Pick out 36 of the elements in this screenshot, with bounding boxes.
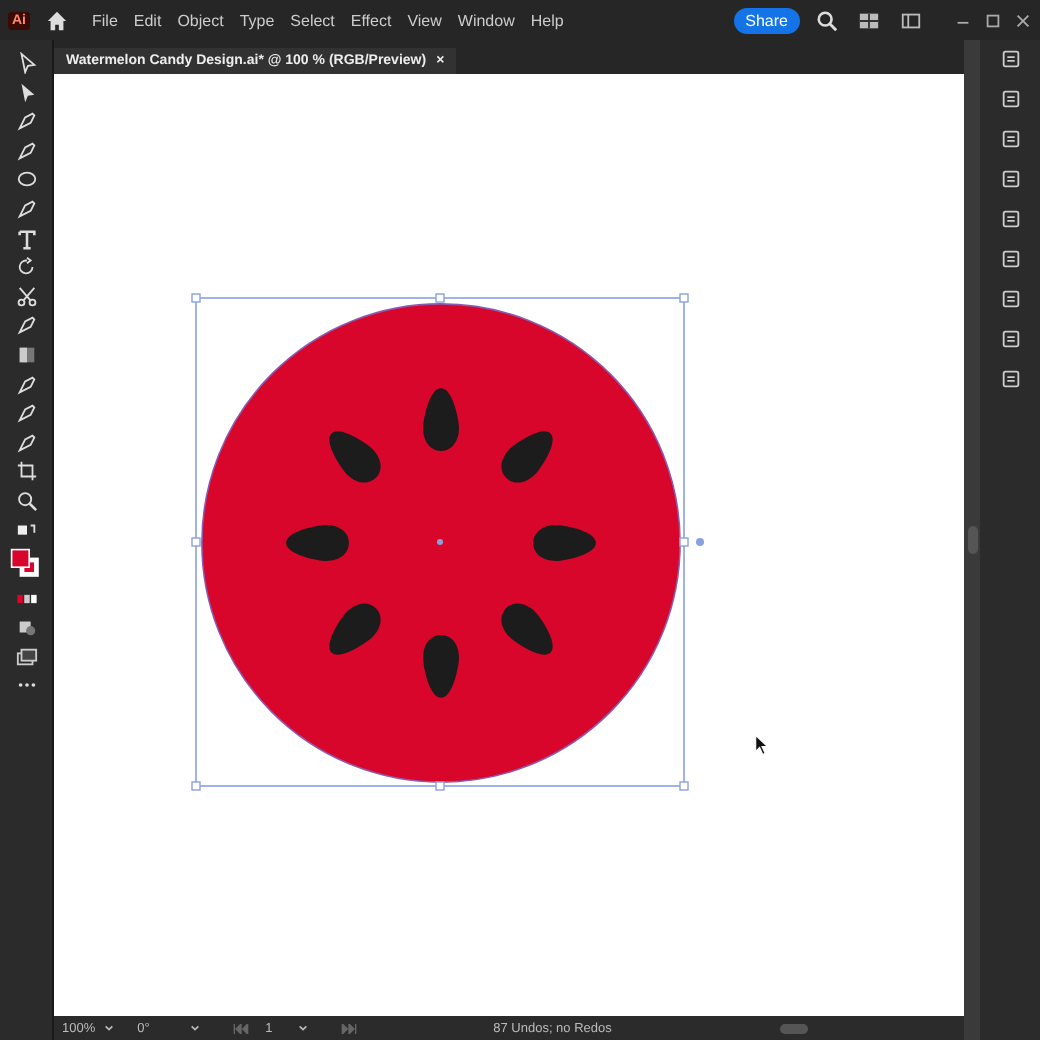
vertical-scrollbar[interactable]	[967, 526, 977, 554]
menu-item[interactable]: Effect	[350, 11, 392, 29]
dropdown-caret-icon[interactable]	[297, 1024, 308, 1032]
maximize-icon[interactable]	[984, 11, 1002, 29]
menu-item[interactable]: Select	[290, 11, 335, 29]
type-icon[interactable]	[15, 227, 37, 250]
selection-icon[interactable]	[15, 52, 37, 74]
pen-icon[interactable]	[15, 110, 37, 133]
last-artboard-icon[interactable]	[339, 1023, 358, 1033]
menu-item[interactable]: Window	[457, 11, 515, 29]
menu-item[interactable]: File	[92, 11, 118, 29]
search-icon[interactable]	[816, 9, 838, 31]
menu-item[interactable]: Object	[177, 11, 224, 29]
share-button[interactable]: Share	[733, 7, 800, 33]
crop-icon[interactable]	[15, 460, 37, 483]
ellipse-icon[interactable]	[15, 168, 37, 191]
rotate-icon[interactable]	[15, 256, 37, 279]
menu-item[interactable]: Type	[239, 11, 275, 29]
menu-item[interactable]: View	[407, 11, 442, 29]
horizontal-scrollbar[interactable]	[779, 1023, 808, 1033]
zoom-icon[interactable]	[15, 489, 37, 512]
first-artboard-icon[interactable]	[231, 1023, 250, 1033]
panel-icon[interactable]	[900, 9, 922, 31]
screen-mode-icon[interactable]	[15, 645, 37, 668]
home-icon[interactable]	[46, 9, 68, 31]
dropdown-caret-icon[interactable]	[189, 1024, 200, 1032]
cursor-icon	[754, 734, 770, 756]
draw-mode-icon[interactable]	[15, 616, 37, 639]
menu-item[interactable]: Edit	[133, 11, 162, 29]
menu-item[interactable]: Help	[530, 11, 564, 29]
fill-stroke-swatch[interactable]	[10, 548, 42, 581]
dropdown-caret-icon[interactable]	[103, 1024, 114, 1032]
close-icon[interactable]	[1014, 11, 1032, 29]
workspace-icon[interactable]	[858, 9, 880, 31]
swap-colors-icon[interactable]	[15, 519, 37, 541]
scissors-icon[interactable]	[15, 285, 37, 308]
